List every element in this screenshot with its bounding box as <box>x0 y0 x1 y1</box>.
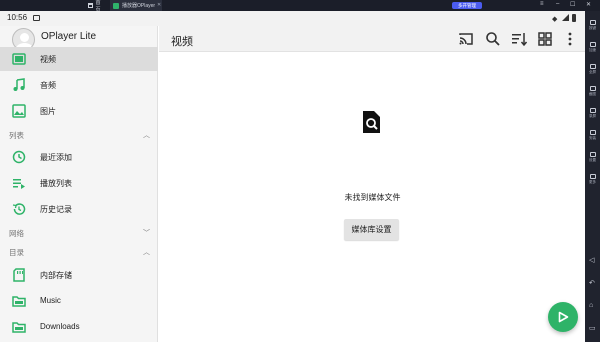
page-title: 视频 <box>171 36 193 48</box>
side-install[interactable]: 安装 <box>585 130 600 141</box>
section-network[interactable]: 网络 ﹀ <box>0 225 158 241</box>
section-directories[interactable]: 目录 ︿ <box>0 244 158 260</box>
nav-item-video[interactable]: 视频 <box>0 47 158 71</box>
record-icon <box>589 108 596 113</box>
more-vert-icon[interactable] <box>562 31 578 47</box>
grid-view-icon[interactable] <box>537 31 553 47</box>
nav-item-images-label: 图片 <box>40 107 56 116</box>
folder-icon <box>12 296 26 307</box>
nav-item-recent-label: 最近添加 <box>40 153 72 162</box>
side-fullscreen[interactable]: 全屏 <box>585 64 600 75</box>
home-icon <box>88 3 93 8</box>
gear-icon <box>589 152 596 157</box>
back-icon[interactable]: ↶ <box>589 279 595 287</box>
nav-item-images[interactable]: 图片 <box>0 99 158 123</box>
close-tab-icon[interactable]: ✕ <box>157 2 161 8</box>
nav-item-history[interactable]: 历史记录 <box>0 197 158 221</box>
chevron-up-icon: ︿ <box>143 249 150 256</box>
close-window-icon[interactable]: ✕ <box>586 1 591 8</box>
more-icon <box>589 174 596 179</box>
section-directories-label: 目录 <box>9 248 24 257</box>
status-time: 10:56 <box>7 13 28 22</box>
history-icon <box>12 203 26 215</box>
nav-item-music-folder[interactable]: Music <box>0 289 158 313</box>
maximize-icon[interactable]: ☐ <box>570 1 575 8</box>
side-screenshot[interactable]: 截图 <box>585 86 600 97</box>
wifi-icon: ◆ <box>552 16 558 23</box>
media-library-settings-button[interactable]: 媒体库设置 <box>344 219 399 240</box>
apk-icon <box>589 130 596 135</box>
fullscreen-icon <box>589 64 596 69</box>
section-lists[interactable]: 列表 ︿ <box>0 127 158 143</box>
side-record[interactable]: 录屏 <box>585 108 600 119</box>
side-more[interactable]: 更多 <box>585 174 600 185</box>
nav-item-video-label: 视频 <box>40 55 56 64</box>
file-search-icon <box>363 111 380 133</box>
android-home-icon[interactable]: ⌂ <box>589 302 593 309</box>
search-icon[interactable] <box>485 31 501 47</box>
image-icon <box>12 104 26 118</box>
side-settings[interactable]: 设置 <box>585 152 600 163</box>
minimize-icon[interactable]: – <box>556 1 559 7</box>
video-library-icon <box>12 53 26 65</box>
tab-oplayer-label: 播放器OPlayer <box>122 3 156 9</box>
music-note-icon <box>13 78 25 91</box>
status-bar <box>0 11 585 26</box>
tab-oplayer[interactable]: 播放器OPlayer <box>110 0 162 11</box>
recents-icon[interactable]: ▭ <box>589 324 596 332</box>
play-icon <box>558 311 569 323</box>
nav-item-playlists-label: 播放列表 <box>40 179 72 188</box>
battery-icon <box>572 14 576 22</box>
nav-item-recent[interactable]: 最近添加 <box>0 145 158 169</box>
tab-home[interactable]: 首页 <box>60 0 104 13</box>
volume-icon[interactable]: ◁ <box>589 256 594 264</box>
side-keymap[interactable]: 按键 <box>585 20 600 31</box>
section-network-label: 网络 <box>9 229 24 238</box>
cast-icon[interactable] <box>458 31 474 47</box>
playlist-icon <box>13 179 25 189</box>
app-name: OPlayer Lite <box>41 31 97 42</box>
nav-item-downloads-folder-label: Downloads <box>40 322 80 331</box>
app-tab-icon <box>113 2 119 9</box>
keyboard-icon <box>589 20 596 25</box>
play-fab-button[interactable] <box>548 302 578 332</box>
menu-icon[interactable]: ≡ <box>540 1 544 7</box>
emulator-side-toolbar: 按键 加速 全屏 截图 录屏 安装 设置 更多 ◁ ↶ ⌂ ▭ <box>585 11 600 342</box>
nav-item-audio-label: 音频 <box>40 81 56 90</box>
emulator-tab-bar: 首页 播放器OPlayer ✕ <box>0 0 600 13</box>
nav-item-internal-storage-label: 内部存储 <box>40 271 72 280</box>
chevron-up-icon: ︿ <box>143 132 150 139</box>
nav-item-playlists[interactable]: 播放列表 <box>0 171 158 195</box>
sd-card-icon <box>13 268 25 282</box>
side-speed[interactable]: 加速 <box>585 42 600 53</box>
nav-item-downloads-folder[interactable]: Downloads <box>0 315 158 339</box>
scissors-icon <box>589 86 596 91</box>
recent-icon <box>12 150 26 164</box>
signal-icon <box>562 14 569 21</box>
nav-item-history-label: 历史记录 <box>40 205 72 214</box>
section-lists-label: 列表 <box>9 131 24 140</box>
speed-icon <box>589 42 596 47</box>
multi-instance-badge[interactable]: 多开管理 <box>452 2 482 9</box>
empty-state-text: 未找到媒体文件 <box>344 193 401 202</box>
nav-item-audio[interactable]: 音频 <box>0 73 158 97</box>
folder-icon <box>12 322 26 333</box>
nav-item-music-folder-label: Music <box>40 296 61 305</box>
notification-icon <box>33 15 40 21</box>
nav-item-internal-storage[interactable]: 内部存储 <box>0 263 158 287</box>
chevron-down-icon: ﹀ <box>143 230 150 237</box>
sort-icon[interactable] <box>511 31 527 47</box>
